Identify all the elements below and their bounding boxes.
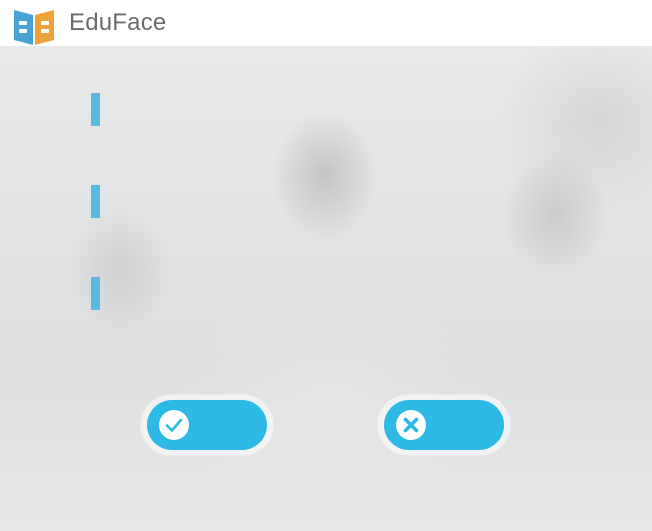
app-header: EduFace — [0, 0, 652, 46]
cancel-button[interactable] — [378, 395, 510, 455]
field-marker-1 — [91, 93, 100, 126]
confirm-button[interactable] — [141, 395, 273, 455]
check-circle-icon — [159, 410, 189, 440]
close-circle-icon — [396, 410, 426, 440]
confirm-button-pill[interactable] — [147, 400, 267, 450]
background-photo — [0, 0, 652, 531]
app-brand-name: EduFace — [69, 9, 167, 36]
cancel-button-pill[interactable] — [384, 400, 504, 450]
open-book-icon — [14, 10, 54, 45]
field-marker-3 — [91, 277, 100, 310]
field-marker-2 — [91, 185, 100, 218]
